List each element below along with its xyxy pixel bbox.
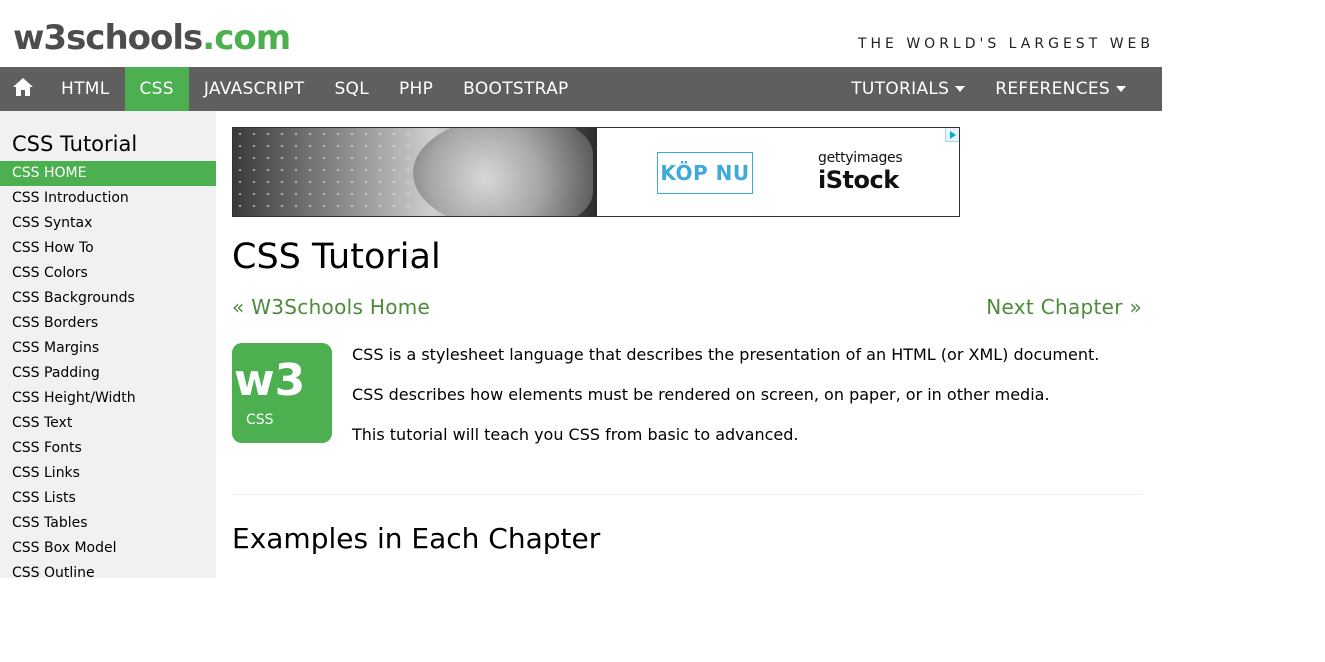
references-dropdown[interactable]: REFERENCES: [980, 67, 1162, 111]
intro-section: w3 CSS CSS is a stylesheet language that…: [232, 343, 1142, 444]
nav-item-bootstrap[interactable]: BOOTSTRAP: [448, 67, 583, 111]
ad-brand-top: gettyimages: [818, 150, 903, 166]
sidebar-item-css-how-to[interactable]: CSS How To: [0, 236, 216, 261]
section-title: Examples in Each Chapter: [232, 522, 601, 555]
ad-rain-drops: [233, 128, 413, 216]
chapter-navigation: « W3Schools Home Next Chapter »: [232, 293, 1142, 321]
sidebar-item-css-home[interactable]: CSS HOME: [0, 161, 216, 186]
ad-photo: [233, 128, 597, 216]
ad-buy-button[interactable]: KÖP NU: [657, 152, 753, 194]
logo-main-text: w3schools: [13, 18, 203, 58]
site-header: w3schools.com THE WORLD'S LARGEST WEB: [0, 0, 1162, 67]
ad-brand-logo: gettyimages iStock: [818, 150, 918, 194]
ad-brand-bottom: iStock: [818, 166, 899, 194]
sidebar-item-css-text[interactable]: CSS Text: [0, 411, 216, 436]
intro-paragraph-3: This tutorial will teach you CSS from ba…: [352, 425, 799, 444]
caret-down-icon: [1116, 86, 1126, 92]
intro-paragraph-1: CSS is a stylesheet language that descri…: [352, 345, 1100, 364]
sidebar-item-css-introduction[interactable]: CSS Introduction: [0, 186, 216, 211]
caret-down-icon: [955, 86, 966, 92]
sidebar-title: CSS Tutorial: [12, 132, 138, 156]
sidebar-item-css-fonts[interactable]: CSS Fonts: [0, 436, 216, 461]
sidebar-item-css-syntax[interactable]: CSS Syntax: [0, 211, 216, 236]
nav-item-html[interactable]: HTML: [46, 67, 125, 111]
next-chapter-link[interactable]: Next Chapter »: [986, 293, 1142, 321]
sidebar-item-css-colors[interactable]: CSS Colors: [0, 261, 216, 286]
top-navigation: HTML CSS JAVASCRIPT SQL PHP BOOTSTRAP TU…: [0, 67, 1162, 111]
tutorials-label: TUTORIALS: [851, 79, 950, 99]
logo-css-label: CSS: [246, 412, 274, 428]
sidebar-item-css-margins[interactable]: CSS Margins: [0, 336, 216, 361]
nav-item-css[interactable]: CSS: [124, 67, 189, 111]
w3-css-logo-icon: w3 CSS: [232, 343, 332, 443]
home-button[interactable]: [0, 67, 46, 111]
ad-child-face: [413, 128, 593, 216]
intro-paragraph-2: CSS describes how elements must be rende…: [352, 385, 1050, 404]
prev-link[interactable]: « W3Schools Home: [232, 293, 430, 321]
references-label: REFERENCES: [995, 79, 1110, 99]
nav-item-javascript[interactable]: JAVASCRIPT: [189, 67, 320, 111]
section-divider: [232, 494, 1142, 495]
nav-item-php[interactable]: PHP: [384, 67, 448, 111]
sidebar-item-css-padding[interactable]: CSS Padding: [0, 361, 216, 386]
site-tagline: THE WORLD'S LARGEST WEB: [857, 36, 1154, 52]
site-logo[interactable]: w3schools.com: [13, 18, 291, 58]
nav-item-sql[interactable]: SQL: [319, 67, 384, 111]
svg-text:w3: w3: [234, 355, 305, 406]
sidebar-item-css-box-model[interactable]: CSS Box Model: [0, 536, 216, 561]
sidebar-item-css-outline[interactable]: CSS Outline: [0, 561, 216, 578]
logo-ext-text: .com: [202, 18, 291, 58]
home-icon: [12, 77, 34, 102]
sidebar-item-css-tables[interactable]: CSS Tables: [0, 511, 216, 536]
sidebar: CSS Tutorial CSS HOME CSS Introduction C…: [0, 111, 216, 578]
sidebar-item-css-lists[interactable]: CSS Lists: [0, 486, 216, 511]
adchoices-icon[interactable]: [945, 128, 959, 142]
tutorials-dropdown[interactable]: TUTORIALS: [836, 67, 980, 111]
page-title: CSS Tutorial: [232, 237, 441, 277]
sidebar-item-css-links[interactable]: CSS Links: [0, 461, 216, 486]
sidebar-item-css-borders[interactable]: CSS Borders: [0, 311, 216, 336]
sidebar-item-css-height-width[interactable]: CSS Height/Width: [0, 386, 216, 411]
advertisement-banner[interactable]: KÖP NU gettyimages iStock: [232, 127, 960, 217]
sidebar-item-css-backgrounds[interactable]: CSS Backgrounds: [0, 286, 216, 311]
